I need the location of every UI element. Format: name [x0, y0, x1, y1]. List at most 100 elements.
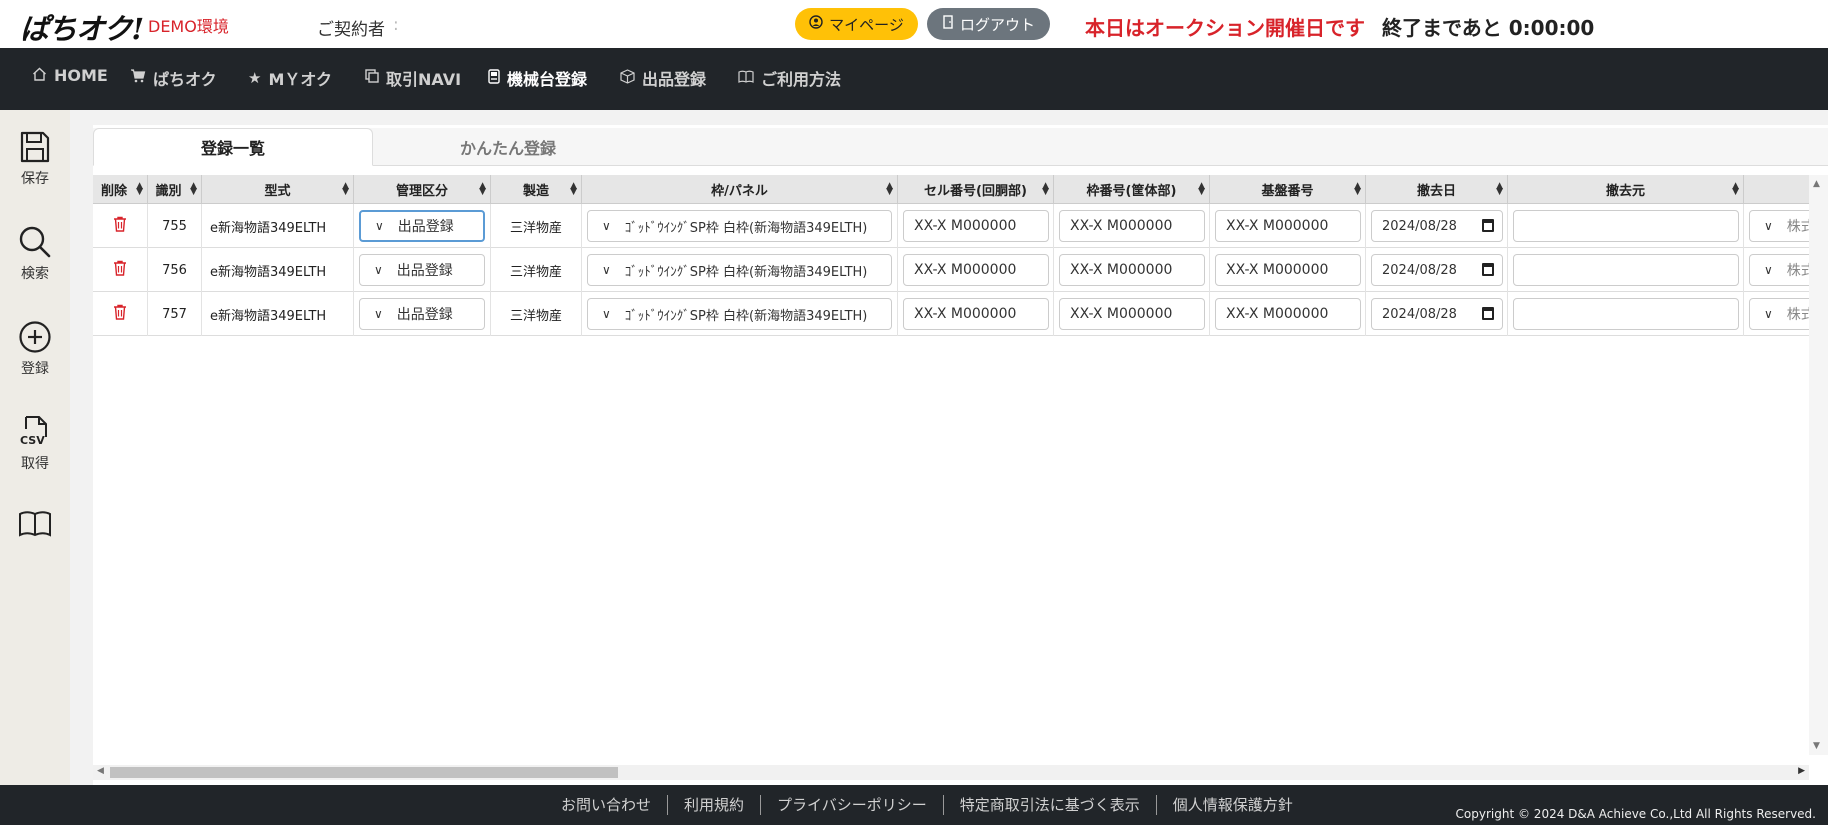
- tab-bar: 登録一覧 かんたん登録: [93, 128, 1828, 166]
- footer-links: お問い合わせ 利用規約 プライバシーポリシー 特定商取引法に基づく表示 個人情報…: [545, 795, 1309, 815]
- panel-select[interactable]: ∨ ｺﾞｯﾄﾞｳｲﾝｸﾞSP枠 白枠(新海物語349ELTH): [587, 298, 892, 330]
- sort-icon: ▲ ▼: [1198, 181, 1205, 197]
- header-id[interactable]: 識別 ▲ ▼: [148, 175, 202, 204]
- header-frame-no[interactable]: 枠番号(筐体部) ▲ ▼: [1054, 175, 1210, 204]
- sort-icon: ▲ ▼: [479, 181, 486, 197]
- mypage-button[interactable]: マイページ: [795, 8, 918, 40]
- board-no-input[interactable]: XX-X M000000: [1215, 254, 1361, 286]
- nav-kikaidai[interactable]: 機械台登録: [488, 66, 587, 90]
- panel-value: ｺﾞｯﾄﾞｳｲﾝｸﾞSP枠 白枠(新海物語349ELTH): [624, 308, 868, 324]
- cell-no-input[interactable]: XX-X M000000: [903, 210, 1049, 242]
- calendar-icon[interactable]: [1482, 307, 1494, 320]
- search-button[interactable]: 検索: [0, 225, 70, 283]
- calendar-icon[interactable]: [1482, 219, 1494, 232]
- extra-select[interactable]: ∨ 株式: [1749, 254, 1809, 286]
- nav-kikaidai-label: 機械台登録: [507, 70, 588, 89]
- frame-no-input[interactable]: XX-X M000000: [1059, 298, 1205, 330]
- removal-date-input[interactable]: 2024/08/28: [1371, 254, 1503, 286]
- vertical-scrollbar[interactable]: ▲ ▼: [1809, 175, 1828, 755]
- delete-cell: [93, 204, 148, 248]
- scroll-right-icon[interactable]: ▶: [1798, 766, 1805, 776]
- extra-select[interactable]: ∨ 株式: [1749, 298, 1809, 330]
- chevron-down-icon: ∨: [374, 307, 383, 321]
- nav-myoku[interactable]: ★ MＹオク: [248, 66, 332, 90]
- removal-date-input[interactable]: 2024/08/28: [1371, 210, 1503, 242]
- footer-link-terms[interactable]: 利用規約: [668, 795, 762, 815]
- date-cell: 2024/08/28: [1366, 248, 1508, 292]
- book-icon: [738, 69, 754, 87]
- footer-link-privacy[interactable]: プライバシーポリシー: [761, 795, 944, 815]
- tab-easy-register[interactable]: かんたん登録: [378, 128, 638, 166]
- header-removal-source[interactable]: 撤去元 ▲ ▼: [1508, 175, 1744, 204]
- nav-home-label: HOME: [54, 66, 108, 85]
- nav-pachioku-label: ぱちオク: [153, 70, 217, 89]
- cell-no-input[interactable]: XX-X M000000: [903, 298, 1049, 330]
- id-cell: 757: [148, 292, 202, 336]
- save-button[interactable]: 保存: [0, 130, 70, 188]
- frame-no-input[interactable]: XX-X M000000: [1059, 210, 1205, 242]
- category-select[interactable]: ∨ 出品登録: [359, 298, 485, 330]
- category-value: 出品登録: [396, 307, 453, 323]
- manual-button[interactable]: [0, 510, 70, 538]
- csv-get-button[interactable]: CSV 取得: [0, 415, 70, 473]
- footer-link-contact[interactable]: お問い合わせ: [545, 795, 669, 815]
- removal-date-input[interactable]: 2024/08/28: [1371, 298, 1503, 330]
- header-model[interactable]: 型式 ▲ ▼: [202, 175, 354, 204]
- scroll-down-icon[interactable]: ▼: [1813, 741, 1820, 751]
- get-label: 取得: [21, 456, 49, 472]
- scroll-left-icon[interactable]: ◀: [97, 766, 104, 776]
- register-button[interactable]: 登録: [0, 320, 70, 378]
- sort-icon: ▲ ▼: [1354, 181, 1361, 197]
- header-cell-no[interactable]: セル番号(回胴部) ▲ ▼: [898, 175, 1054, 204]
- panel-select[interactable]: ∨ ｺﾞｯﾄﾞｳｲﾝｸﾞSP枠 白枠(新海物語349ELTH): [587, 210, 892, 242]
- trash-icon[interactable]: [113, 260, 127, 280]
- search-label: 検索: [21, 266, 49, 282]
- nav-guide[interactable]: ご利用方法: [738, 66, 841, 90]
- header-maker-label: 製造: [522, 184, 549, 199]
- maker-cell: 三洋物産: [491, 292, 582, 336]
- nav-shuppin[interactable]: 出品登録: [620, 66, 706, 90]
- board-no-input[interactable]: XX-X M000000: [1215, 210, 1361, 242]
- footer-link-commerce[interactable]: 特定商取引法に基づく表示: [944, 795, 1157, 815]
- panel-select[interactable]: ∨ ｺﾞｯﾄﾞｳｲﾝｸﾞSP枠 白枠(新海物語349ELTH): [587, 254, 892, 286]
- category-select[interactable]: ∨ 出品登録: [359, 210, 485, 242]
- removal-source-input[interactable]: [1513, 298, 1739, 330]
- floppy-disk-icon: [19, 130, 51, 164]
- nav-pachioku[interactable]: ぱちオク: [130, 66, 217, 90]
- chevron-down-icon: ∨: [602, 263, 611, 277]
- nav-torihiki[interactable]: 取引NAVI: [365, 66, 461, 90]
- cell-no-input[interactable]: XX-X M000000: [903, 254, 1049, 286]
- header-category[interactable]: 管理区分 ▲ ▼: [354, 175, 491, 204]
- scroll-up-icon[interactable]: ▲: [1813, 179, 1820, 189]
- chevron-down-icon: ∨: [1764, 263, 1773, 277]
- frame-no-input[interactable]: XX-X M000000: [1059, 254, 1205, 286]
- date-cell: 2024/08/28: [1366, 292, 1508, 336]
- category-cell: ∨ 出品登録: [354, 292, 491, 336]
- trash-icon[interactable]: [113, 304, 127, 324]
- removal-source-input[interactable]: [1513, 210, 1739, 242]
- footer-link-personal-info[interactable]: 個人情報保護方針: [1157, 795, 1309, 815]
- header-delete[interactable]: 削除 ▲ ▼: [93, 175, 148, 204]
- trash-icon[interactable]: [113, 216, 127, 236]
- header-panel[interactable]: 枠/パネル ▲ ▼: [582, 175, 898, 204]
- tab-list[interactable]: 登録一覧: [93, 128, 373, 166]
- site-logo[interactable]: ぱちオク!: [20, 6, 144, 48]
- header-maker[interactable]: 製造 ▲ ▼: [491, 175, 582, 204]
- cell-no-cell: XX-X M000000: [898, 204, 1054, 248]
- removal-source-input[interactable]: [1513, 254, 1739, 286]
- header-extra[interactable]: [1744, 175, 1809, 204]
- calendar-icon[interactable]: [1482, 263, 1494, 276]
- logout-button[interactable]: ログアウト: [927, 8, 1050, 40]
- header-category-label: 管理区分: [395, 184, 448, 199]
- horizontal-scroll-thumb[interactable]: [110, 767, 618, 778]
- header-removal-date[interactable]: 撤去日 ▲ ▼: [1366, 175, 1508, 204]
- user-circle-icon: [809, 15, 823, 33]
- board-no-input[interactable]: XX-X M000000: [1215, 298, 1361, 330]
- register-label: 登録: [21, 361, 49, 377]
- nav-home[interactable]: HOME: [32, 66, 108, 85]
- header-board-no[interactable]: 基盤番号 ▲ ▼: [1210, 175, 1366, 204]
- category-select[interactable]: ∨ 出品登録: [359, 254, 485, 286]
- horizontal-scrollbar[interactable]: ◀ ▶: [93, 765, 1809, 780]
- model-cell: e新海物語349ELTH: [202, 292, 354, 336]
- extra-select[interactable]: ∨ 株式: [1749, 210, 1809, 242]
